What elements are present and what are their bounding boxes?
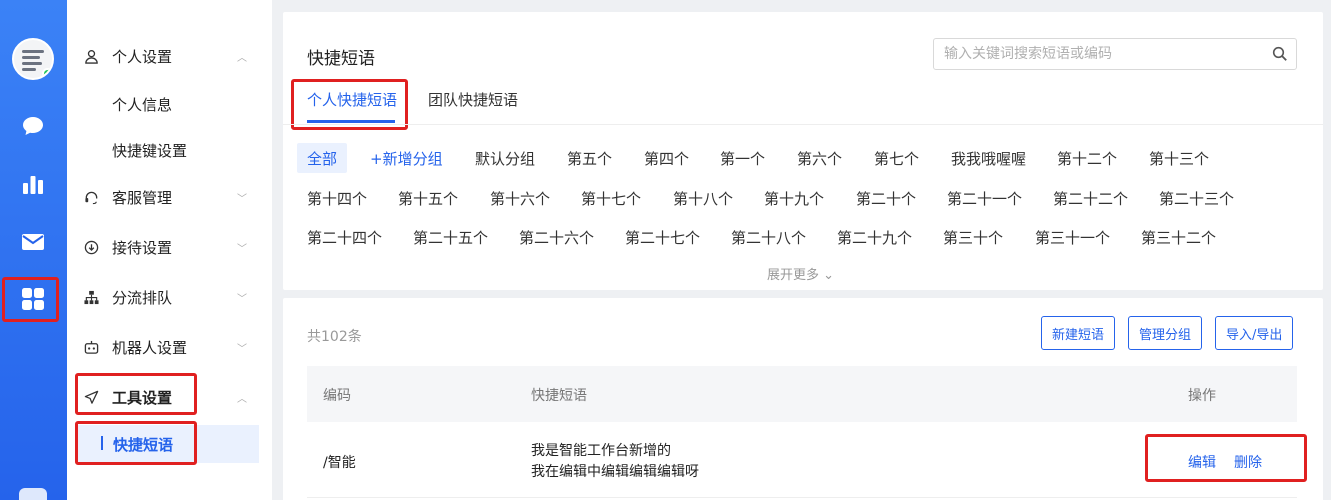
phrase-code: /智能 [323, 455, 356, 471]
highlight-box-apps [2, 277, 59, 322]
group-chip[interactable]: 第二十八个 [731, 227, 806, 248]
group-chip[interactable]: 第十四个 [307, 188, 367, 209]
column-header-phrase: 快捷短语 [531, 388, 587, 404]
icon-rail [0, 0, 67, 500]
group-chip[interactable]: 第二十五个 [413, 227, 488, 248]
highlight-box-actions [1145, 434, 1307, 482]
group-chip[interactable]: 第三十个 [943, 227, 1003, 248]
sidebar-item-label: 分流排队 [112, 288, 173, 307]
chat-icon[interactable] [19, 112, 47, 140]
sidebar-item-agent-management[interactable]: 客服管理 ﹀ [67, 177, 272, 217]
chevron-down-icon: ﹀ [237, 193, 247, 205]
online-status-icon [42, 68, 52, 78]
column-header-actions: 操作 [1188, 388, 1216, 404]
download-circle-icon [83, 239, 99, 255]
tab-team-phrases[interactable]: 团队快捷短语 [428, 89, 518, 110]
avatar[interactable] [12, 38, 54, 80]
stats-icon[interactable] [19, 170, 47, 198]
sidebar-item-queue-routing[interactable]: 分流排队 ﹀ [67, 277, 272, 317]
quick-phrase-list-panel: 共102条 新建短语 管理分组 导入/导出 编码 快捷短语 操作 /智能 我是智… [283, 298, 1323, 500]
search-icon[interactable] [1272, 46, 1288, 62]
group-chip[interactable]: 第二十个 [856, 188, 916, 209]
group-chip[interactable]: 第二十四个 [307, 227, 382, 248]
headset-icon [83, 189, 99, 205]
group-chip[interactable]: 全部 [307, 148, 337, 169]
group-chip[interactable]: 第三十二个 [1141, 227, 1216, 248]
group-chip[interactable]: 第六个 [797, 148, 842, 169]
group-chip[interactable]: 第七个 [874, 148, 919, 169]
group-chip[interactable]: 第二十七个 [625, 227, 700, 248]
group-chip[interactable]: 第十八个 [673, 188, 733, 209]
quick-phrase-header-panel: 快捷短语 个人快捷短语 团队快捷短语 全部+新增分组默认分组第五个第四个第一个第… [283, 12, 1323, 290]
phrase-text-line1: 我是智能工作台新增的 [531, 443, 671, 459]
group-chip[interactable]: 第十三个 [1149, 148, 1209, 169]
import-export-button[interactable]: 导入/导出 [1215, 316, 1294, 350]
chevron-up-icon: ︿ [237, 393, 247, 405]
group-chip[interactable]: 默认分组 [475, 148, 535, 169]
expand-more-label: 展开更多 [767, 268, 820, 283]
sidebar-subitem-shortcut-settings[interactable]: 快捷键设置 [112, 140, 187, 161]
column-header-code: 编码 [323, 388, 351, 404]
group-chip[interactable]: 第二十三个 [1159, 188, 1234, 209]
sidebar-item-label: 个人设置 [112, 47, 173, 66]
sidebar-item-personal-settings[interactable]: 个人设置 ︿ [67, 36, 272, 76]
sidebar-item-label: 机器人设置 [112, 338, 188, 357]
group-chip[interactable]: 第十二个 [1057, 148, 1117, 169]
new-phrase-button[interactable]: 新建短语 [1041, 316, 1116, 350]
sidebar-subitem-personal-info[interactable]: 个人信息 [112, 94, 172, 115]
expand-more-link[interactable]: 展开更多 ⌄ [767, 264, 834, 283]
chevron-down-icon: ﹀ [237, 243, 247, 255]
sidebar-item-label: 接待设置 [112, 238, 173, 257]
group-chip[interactable]: 第三十一个 [1035, 227, 1110, 248]
phrase-text-line2: 我在编辑中编辑编辑编辑呀 [531, 464, 699, 480]
divider [283, 124, 1323, 125]
more-icon[interactable] [19, 488, 47, 500]
group-chip[interactable]: 第十九个 [764, 188, 824, 209]
settings-sidebar: 个人设置 ︿ 个人信息 快捷键设置 客服管理 ﹀ 接待设置 ﹀ 分流排队 ﹀ 机… [67, 0, 272, 500]
group-chip[interactable]: 第二十二个 [1053, 188, 1128, 209]
total-count: 共102条 [307, 329, 362, 345]
search-input[interactable] [944, 44, 1264, 64]
page-title: 快捷短语 [307, 49, 375, 69]
mail-icon[interactable] [19, 228, 47, 256]
robot-icon [83, 339, 99, 355]
group-chip[interactable]: 第四个 [644, 148, 689, 169]
highlight-box-quick-phrases [75, 421, 197, 465]
highlight-box-personal-tab [291, 79, 408, 130]
manage-groups-button[interactable]: 管理分组 [1128, 316, 1203, 350]
group-chip[interactable]: 第十六个 [490, 188, 550, 209]
chevron-up-icon: ︿ [237, 52, 247, 64]
sidebar-item-bot-settings[interactable]: 机器人设置 ﹀ [67, 327, 272, 367]
group-chip[interactable]: 第十五个 [398, 188, 458, 209]
group-chip[interactable]: 第二十九个 [837, 227, 912, 248]
search-box[interactable] [933, 38, 1297, 70]
sidebar-item-reception-settings[interactable]: 接待设置 ﹀ [67, 227, 272, 267]
user-icon [83, 48, 99, 64]
group-chip[interactable]: 第二十一个 [947, 188, 1022, 209]
sidebar-item-label: 客服管理 [112, 188, 173, 207]
chevron-down-icon: ﹀ [237, 343, 247, 355]
group-chip[interactable]: 第十七个 [581, 188, 641, 209]
group-chip[interactable]: 第一个 [720, 148, 765, 169]
group-chip[interactable]: 我我哦喔喔 [951, 148, 1026, 169]
group-chip[interactable]: +新增分组 [370, 148, 443, 169]
group-chip[interactable]: 第二十六个 [519, 227, 594, 248]
highlight-box-tool-settings [75, 373, 197, 415]
chevron-down-icon: ﹀ [237, 293, 247, 305]
table-header: 编码 快捷短语 操作 [307, 366, 1297, 422]
org-tree-icon [83, 289, 99, 305]
chevron-down-icon: ⌄ [823, 268, 835, 283]
group-chip[interactable]: 第五个 [567, 148, 612, 169]
